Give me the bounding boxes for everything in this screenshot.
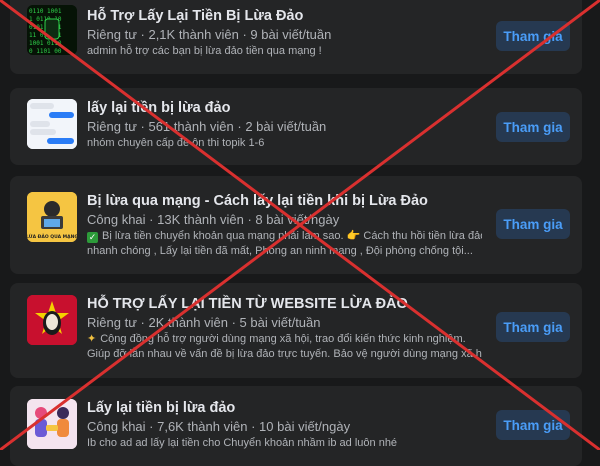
hacker-icon: LỪA ĐẢO QUA MẠNG [27, 192, 77, 242]
join-button[interactable]: Tham gia [496, 112, 570, 142]
group-privacy: Riêng tư [87, 119, 137, 134]
group-privacy: Công khai [87, 419, 146, 434]
group-card[interactable]: 0110 1001 1 0110 10 0101 1101 11 0100 1 … [10, 0, 582, 74]
sparkle-icon: ✦ [87, 333, 97, 345]
group-privacy: Riêng tư [87, 315, 137, 330]
group-privacy: Công khai [87, 212, 146, 227]
masked-hacker-icon [27, 295, 77, 345]
group-card[interactable]: lấy lại tiền bị lừa đảo Riêng tư · 561 t… [10, 88, 582, 165]
checkmark-icon: ✓ [87, 232, 98, 243]
group-description: Ib cho ad ad lấy lại tiền cho Chuyển kho… [87, 437, 398, 449]
group-name[interactable]: Hỗ Trợ Lấy Lại Tiền Bị Lừa Đảo [87, 6, 482, 26]
group-members: 13K thành viên [157, 212, 244, 227]
group-thumbnail-scam[interactable]: LỪA ĐẢO QUA MẠNG [27, 192, 77, 242]
group-posts: 8 bài viết/ngày [255, 212, 340, 227]
join-button[interactable]: Tham gia [496, 312, 570, 342]
svg-text:0 1101 00: 0 1101 00 [29, 48, 62, 55]
group-thumbnail-flag[interactable] [27, 295, 77, 345]
group-privacy: Riêng tư [87, 27, 137, 42]
group-posts: 10 bài viết/ngày [259, 419, 351, 434]
svg-text:0110 1001: 0110 1001 [29, 8, 62, 15]
group-card[interactable]: LỪA ĐẢO QUA MẠNG Bị lừa qua mạng - Cách … [10, 176, 582, 274]
group-posts: 9 bài viết/tuần [250, 27, 332, 42]
people-illustration [27, 399, 77, 449]
group-posts: 2 bài viết/tuần [245, 119, 327, 134]
join-button[interactable]: Tham gia [496, 21, 570, 51]
group-description: nhóm chuyên cấp đề ôn thi topik 1-6 [87, 137, 265, 149]
group-thumbnail-people[interactable] [27, 399, 77, 449]
group-name[interactable]: HỖ TRỢ LẤY LẠI TIỀN TỪ WEBSITE LỪA ĐẢO [87, 294, 482, 314]
group-thumbnail-chat[interactable] [27, 99, 77, 149]
group-card[interactable]: HỖ TRỢ LẤY LẠI TIỀN TỪ WEBSITE LỪA ĐẢO R… [10, 283, 582, 378]
group-name[interactable]: Bị lừa qua mạng - Cách lấy lại tiền khi … [87, 191, 482, 211]
group-meta: Công khai · 13K thành viên · 8 bài viết/… [87, 212, 340, 227]
group-members: 2,1K thành viên [148, 27, 239, 42]
chat-screenshot-image [27, 99, 77, 149]
group-thumbnail-matrix[interactable]: 0110 1001 1 0110 10 0101 1101 11 0100 1 … [27, 5, 77, 55]
join-button[interactable]: Tham gia [496, 209, 570, 239]
group-members: 7,6K thành viên [157, 419, 248, 434]
group-meta: Riêng tư · 561 thành viên · 2 bài viết/t… [87, 119, 327, 134]
group-name[interactable]: Lấy lại tiền bị lừa đảo [87, 398, 482, 418]
group-name[interactable]: lấy lại tiền bị lừa đảo [87, 98, 482, 118]
svg-text:1001 0110: 1001 0110 [29, 40, 62, 47]
group-meta: Riêng tư · 2K thành viên · 5 bài viết/tu… [87, 315, 321, 330]
group-posts: 5 bài viết/tuần [239, 315, 321, 330]
join-button[interactable]: Tham gia [496, 410, 570, 440]
group-meta: Công khai · 7,6K thành viên · 10 bài viế… [87, 419, 351, 434]
group-card[interactable]: Lấy lại tiền bị lừa đảo Công khai · 7,6K… [10, 386, 582, 466]
group-members: 561 thành viên [148, 119, 234, 134]
matrix-code-image: 0110 1001 1 0110 10 0101 1101 11 0100 1 … [27, 5, 77, 55]
group-members: 2K thành viên [148, 315, 228, 330]
group-description: ✓ Bị lừa tiền chuyển khoản qua mạng phải … [87, 230, 482, 257]
group-description: ✦ Cộng đồng hỗ trợ người dùng mạng xã hội… [87, 333, 482, 360]
group-meta: Riêng tư · 2,1K thành viên · 9 bài viết/… [87, 27, 332, 42]
group-description: admin hỗ trợ các bạn bị lừa đảo tiền qua… [87, 45, 322, 57]
